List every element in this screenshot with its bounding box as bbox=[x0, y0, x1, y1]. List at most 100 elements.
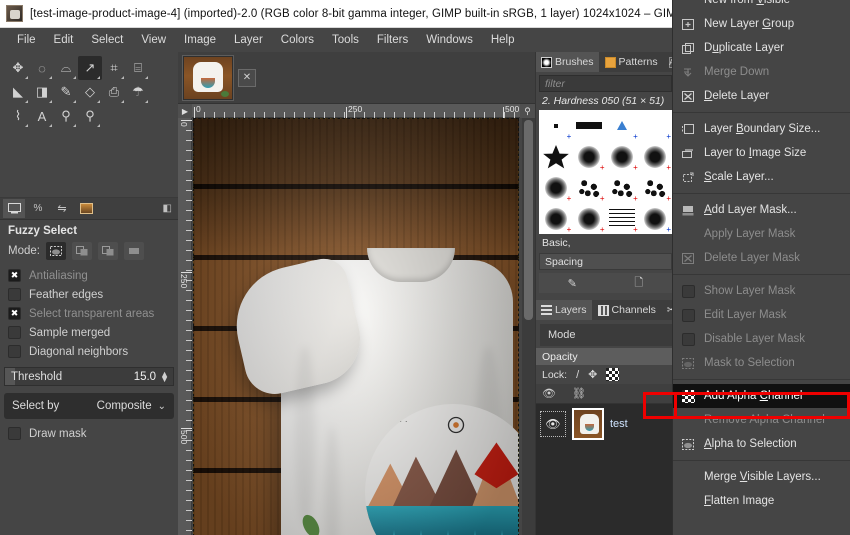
tab-channels[interactable]: Channels bbox=[592, 300, 661, 320]
brush-cell[interactable]: + bbox=[572, 172, 605, 203]
menu-layer[interactable]: Layer bbox=[225, 31, 272, 49]
brush-cell[interactable]: + bbox=[606, 172, 639, 203]
menu-item-merge-visible-layers[interactable]: Merge Visible Layers... bbox=[673, 465, 850, 489]
dock-menu-icon[interactable]: ◧ bbox=[163, 203, 175, 214]
menu-item-new-from-visible[interactable]: New from Visible bbox=[673, 0, 850, 12]
option-select-transparent-areas[interactable]: Select transparent areas bbox=[0, 304, 178, 323]
menu-item-flatten-image[interactable]: Flatten Image bbox=[673, 489, 850, 513]
option-antialiasing[interactable]: Antialiasing bbox=[0, 266, 178, 285]
brush-cell[interactable]: + bbox=[606, 141, 639, 172]
menu-view[interactable]: View bbox=[132, 31, 175, 49]
close-icon[interactable]: ✕ bbox=[238, 68, 256, 87]
menu-item-duplicate-layer[interactable]: Duplicate Layer bbox=[673, 36, 850, 60]
transform-tool[interactable]: ⌸ bbox=[126, 56, 150, 80]
menu-tools[interactable]: Tools bbox=[323, 31, 368, 49]
checkbox-antialiasing[interactable] bbox=[8, 269, 21, 282]
menu-colors[interactable]: Colors bbox=[272, 31, 323, 49]
lock-position-icon[interactable]: ✥ bbox=[588, 368, 597, 381]
tab-images[interactable] bbox=[75, 199, 97, 218]
image-tab-thumbnail[interactable] bbox=[182, 54, 234, 101]
gradient-tool[interactable]: ◨ bbox=[30, 80, 54, 104]
pencil-tool[interactable]: ✎ bbox=[54, 80, 78, 104]
eraser-tool[interactable]: ◇ bbox=[78, 80, 102, 104]
brush-cell[interactable]: + bbox=[539, 203, 572, 234]
brush-cell[interactable]: + bbox=[572, 203, 605, 234]
lock-alpha-icon[interactable] bbox=[606, 368, 620, 381]
move-tool[interactable]: ✥ bbox=[6, 56, 30, 80]
ruler-origin-button[interactable]: ▶ bbox=[178, 104, 192, 118]
menu-item-layer-to-image-size[interactable]: Layer to Image Size bbox=[673, 141, 850, 165]
menu-edit[interactable]: Edit bbox=[45, 31, 83, 49]
paths-tool[interactable]: ⌇ bbox=[6, 104, 30, 128]
draw-mask-row[interactable]: Draw mask bbox=[0, 419, 178, 443]
menu-select[interactable]: Select bbox=[82, 31, 132, 49]
brush-cell[interactable]: + bbox=[639, 141, 672, 172]
option-feather-edges[interactable]: Feather edges bbox=[0, 285, 178, 304]
zoom-tool[interactable]: ⚲ bbox=[78, 104, 102, 128]
menu-windows[interactable]: Windows bbox=[417, 31, 482, 49]
brush-filter-input[interactable]: filter bbox=[539, 75, 672, 92]
text-tool[interactable]: A bbox=[30, 104, 54, 128]
image-canvas[interactable]: ˙˙ ˙ bbox=[193, 118, 519, 535]
menu-item-add-alpha-channel[interactable]: Add Alpha Channel bbox=[673, 384, 850, 408]
brush-cell[interactable]: + bbox=[572, 141, 605, 172]
mode-intersect-with-selection[interactable] bbox=[123, 242, 144, 260]
layer-opacity-slider[interactable]: Opacity bbox=[536, 348, 676, 365]
menu-item-layer-boundary-size[interactable]: Layer Boundary Size... bbox=[673, 117, 850, 141]
brush-cell[interactable]: + bbox=[639, 172, 672, 203]
checkbox-sample-merged[interactable] bbox=[8, 326, 21, 339]
menu-item-delete-layer[interactable]: Delete Layer bbox=[673, 84, 850, 108]
brush-spacing-slider[interactable]: Spacing bbox=[539, 253, 672, 270]
select-by-dropdown[interactable]: Select by Composite ⌄ bbox=[4, 393, 174, 419]
lock-pixels-icon[interactable]: / bbox=[576, 369, 579, 381]
eye-icon[interactable]: 👁 bbox=[540, 411, 566, 437]
menu-item-add-layer-mask[interactable]: Add Layer Mask... bbox=[673, 198, 850, 222]
new-brush-icon[interactable]: 🗋 bbox=[606, 273, 673, 293]
threshold-stepper[interactable]: ▲ ▼ bbox=[160, 369, 173, 383]
brush-cell[interactable] bbox=[572, 110, 605, 141]
menu-file[interactable]: File bbox=[8, 31, 45, 49]
layer-mode-dropdown[interactable]: Mode bbox=[540, 324, 672, 346]
clone-tool[interactable]: ⎙ bbox=[102, 80, 126, 104]
tab-brushes[interactable]: Brushes bbox=[536, 52, 599, 72]
checkbox-select-transparent-areas[interactable] bbox=[8, 307, 21, 320]
brush-cell[interactable]: + bbox=[606, 203, 639, 234]
menu-help[interactable]: Help bbox=[482, 31, 524, 49]
tab-undo-history[interactable]: ⇋ bbox=[51, 199, 73, 218]
menu-item-alpha-to-selection[interactable]: Alpha to Selection bbox=[673, 432, 850, 456]
zoom-image-icon[interactable]: ⚲ bbox=[520, 104, 535, 118]
brush-cell[interactable]: + bbox=[639, 110, 672, 141]
layer-name[interactable]: test bbox=[610, 418, 628, 430]
ellipse-select-tool[interactable]: ◌ bbox=[30, 56, 54, 80]
brush-cell[interactable]: + bbox=[539, 172, 572, 203]
checkbox-feather-edges[interactable] bbox=[8, 288, 21, 301]
menu-item-new-layer-group[interactable]: New Layer Group bbox=[673, 12, 850, 36]
brush-cell[interactable]: + bbox=[539, 110, 572, 141]
smudge-tool[interactable]: ☂ bbox=[126, 80, 150, 104]
option-sample-merged[interactable]: Sample merged bbox=[0, 323, 178, 342]
brush-grid[interactable]: + + + + + + + + + + + + + + bbox=[539, 110, 672, 234]
mode-add-to-selection[interactable] bbox=[71, 242, 92, 260]
layer-row-test[interactable]: 👁 test bbox=[536, 404, 676, 444]
brush-cell[interactable] bbox=[539, 141, 572, 172]
threshold-slider[interactable]: Threshold 15.0 ▲ ▼ bbox=[4, 367, 174, 386]
draw-mask-checkbox[interactable] bbox=[8, 427, 21, 440]
horizontal-ruler[interactable]: ▶ ⚲ 0 250 500 bbox=[178, 104, 535, 118]
brush-cell[interactable]: + bbox=[639, 203, 672, 234]
tab-patterns[interactable]: Patterns bbox=[599, 52, 663, 72]
vertical-ruler[interactable]: 0 250 500 bbox=[178, 118, 192, 535]
brush-cell[interactable]: + bbox=[606, 110, 639, 141]
menu-item-scale-layer[interactable]: Scale Layer... bbox=[673, 165, 850, 189]
canvas-vertical-scrollbar[interactable] bbox=[522, 118, 535, 535]
checkbox-diagonal-neighbors[interactable] bbox=[8, 345, 21, 358]
tab-tool-options[interactable] bbox=[3, 199, 25, 218]
tab-device-status[interactable]: % bbox=[27, 199, 49, 218]
free-select-tool[interactable]: ⌓ bbox=[54, 56, 78, 80]
menu-image[interactable]: Image bbox=[175, 31, 225, 49]
tab-layers[interactable]: Layers bbox=[536, 300, 592, 320]
bucket-fill-tool[interactable]: ◣ bbox=[6, 80, 30, 104]
color-picker-tool[interactable]: ⚲ bbox=[54, 104, 78, 128]
crop-tool[interactable]: ⌗ bbox=[102, 56, 126, 80]
menu-filters[interactable]: Filters bbox=[368, 31, 417, 49]
mode-subtract-from-selection[interactable] bbox=[97, 242, 118, 260]
